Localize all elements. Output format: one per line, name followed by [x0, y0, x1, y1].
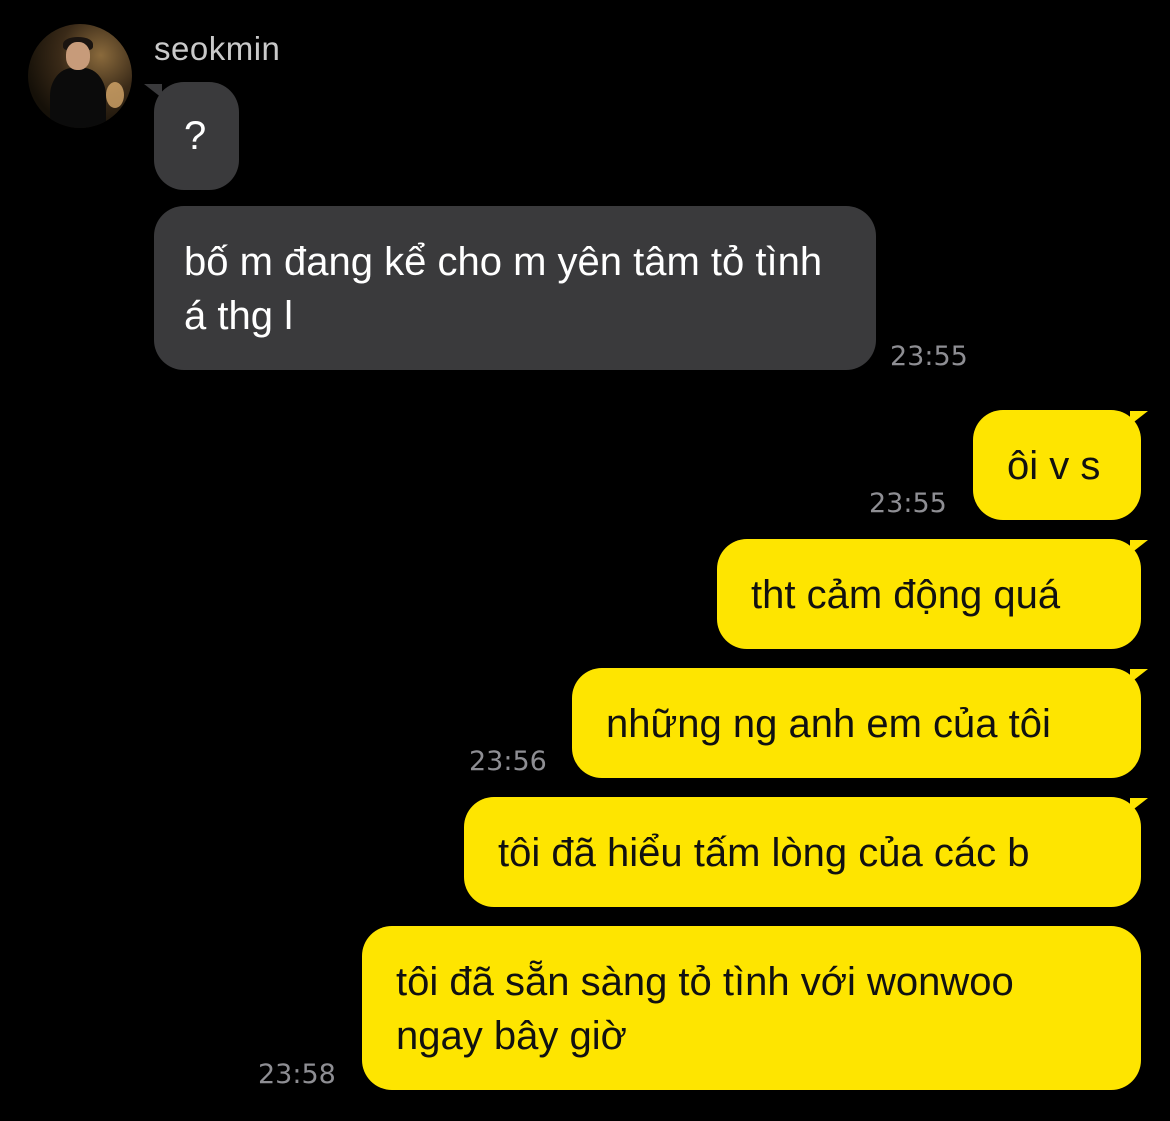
message-text: tôi đã sẵn sàng tỏ tình với wonwoo ngay …: [396, 960, 1014, 1058]
message-timestamp: 23:56: [469, 746, 547, 777]
avatar-figure-body: [50, 68, 106, 128]
outgoing-message-bubble[interactable]: ôi v s: [973, 410, 1141, 520]
message-timestamp: 23:55: [890, 341, 968, 372]
avatar-figure-head: [66, 42, 90, 70]
outgoing-message-bubble[interactable]: những ng anh em của tôi: [572, 668, 1141, 778]
message-timestamp: 23:55: [869, 488, 947, 519]
avatar-lamp: [106, 82, 124, 108]
incoming-message-bubble[interactable]: bố m đang kể cho m yên tâm tỏ tình á thg…: [154, 206, 876, 370]
message-text: ?: [184, 114, 207, 158]
message-text: ôi v s: [1007, 444, 1101, 488]
incoming-message-bubble[interactable]: ?: [154, 82, 239, 190]
outgoing-message-bubble[interactable]: tôi đã sẵn sàng tỏ tình với wonwoo ngay …: [362, 926, 1141, 1090]
message-timestamp: 23:58: [258, 1059, 336, 1090]
outgoing-message-bubble[interactable]: tht cảm động quá: [717, 539, 1141, 649]
message-text: tht cảm động quá: [751, 573, 1061, 617]
outgoing-message-bubble[interactable]: tôi đã hiểu tấm lòng của các b: [464, 797, 1141, 907]
message-text: tôi đã hiểu tấm lòng của các b: [498, 831, 1030, 875]
sender-name: seokmin: [154, 30, 281, 67]
message-text: bố m đang kể cho m yên tâm tỏ tình á thg…: [184, 240, 823, 338]
message-text: những ng anh em của tôi: [606, 702, 1051, 746]
sender-avatar[interactable]: [28, 24, 132, 128]
